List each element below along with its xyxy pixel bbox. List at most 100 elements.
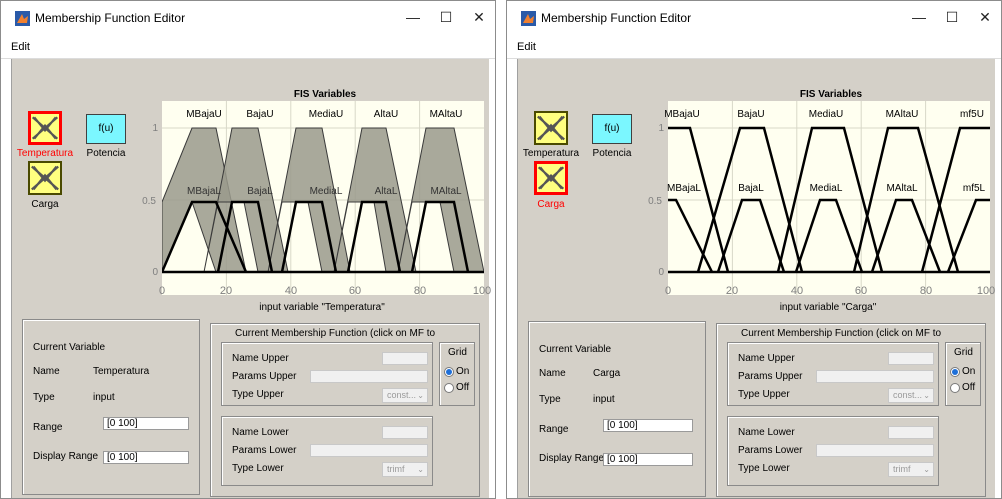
current-mf-panel: Current Membership Function (click on MF… — [210, 323, 480, 497]
name-upper-label: Name Upper — [232, 353, 289, 364]
grid-on-label: On — [962, 366, 976, 377]
params-upper-field[interactable] — [816, 370, 934, 383]
type-upper-label: Type Upper — [232, 389, 284, 400]
current-mf-heading: Current Membership Function (click on MF… — [235, 328, 436, 339]
name-upper-field[interactable] — [888, 352, 934, 365]
mf-label-lower[interactable]: mf5L — [963, 183, 985, 194]
name-upper-field[interactable] — [382, 352, 428, 365]
minimize-icon[interactable]: — — [401, 7, 425, 27]
name-lower-label: Name Lower — [232, 427, 289, 438]
x-tick: 20 — [725, 285, 739, 297]
params-lower-field[interactable] — [816, 444, 934, 457]
menu-bar: Edit — [1, 33, 495, 59]
grid-off-label: Off — [456, 382, 470, 393]
grid-off-radio[interactable] — [950, 383, 960, 393]
mf-label-lower[interactable]: BajaL — [738, 183, 764, 194]
y-tick: 0 — [658, 267, 664, 278]
display-range-field[interactable]: [0 100] — [603, 453, 693, 466]
mf-label-lower[interactable]: MediaL — [810, 183, 843, 194]
mf-label-upper[interactable]: BajaU — [737, 109, 764, 120]
x-axis-label: input variable "Temperatura" — [259, 302, 385, 313]
mf-label-lower[interactable]: BajaL — [247, 186, 273, 197]
type-label: Type — [539, 394, 561, 405]
menu-edit[interactable]: Edit — [11, 41, 30, 53]
variable-type-value: input — [593, 394, 615, 405]
mf-label-upper[interactable]: MBajaU — [664, 109, 700, 120]
params-lower-field[interactable] — [310, 444, 428, 457]
y-tick: 0.5 — [142, 196, 156, 207]
params-lower-label: Params Lower — [232, 445, 297, 456]
range-field[interactable]: [0 100] — [103, 417, 189, 430]
mf-label-upper[interactable]: MediaU — [809, 109, 843, 120]
minimize-icon[interactable]: — — [907, 7, 931, 27]
mf-label-upper[interactable]: BajaU — [246, 109, 273, 120]
type-upper-select[interactable]: const... ⌄ — [888, 388, 934, 403]
mf-label-lower[interactable]: AltaL — [375, 186, 398, 197]
menu-bar: Edit — [507, 33, 1001, 59]
mf-label-upper[interactable]: AltaU — [374, 109, 398, 120]
mf-label-lower[interactable]: MAltaL — [430, 186, 461, 197]
close-icon[interactable]: ✕ — [973, 7, 997, 27]
mf-label-lower[interactable]: MBajaL — [187, 186, 221, 197]
lower-mf-group: Name Lower Params Lower Type Lower trimf… — [221, 416, 433, 486]
mf-plot[interactable] — [668, 101, 990, 295]
variable-name-value: Temperatura — [93, 366, 150, 377]
x-tick: 80 — [413, 285, 427, 297]
chevron-down-icon: ⌄ — [923, 391, 930, 400]
mf-line-mbajal — [668, 198, 714, 273]
x-tick: 100 — [472, 285, 492, 297]
grid-on-radio[interactable] — [444, 367, 454, 377]
mf-label-upper[interactable]: MAltaU — [886, 109, 919, 120]
mf-plot[interactable] — [162, 101, 484, 295]
grid-on-radio[interactable] — [950, 367, 960, 377]
figure-area: Temperatura f(u) Potencia Carga FIS Vari… — [11, 59, 492, 498]
mf-triangles-icon — [537, 166, 565, 190]
grid-off-radio[interactable] — [444, 383, 454, 393]
current-variable-heading: Current Variable — [33, 342, 106, 353]
potencia-fu-box[interactable]: f(u) — [86, 114, 126, 144]
lower-mf-group: Name Lower Params Lower Type Lower trimf… — [727, 416, 939, 486]
maximize-icon[interactable]: ☐ — [940, 7, 964, 27]
range-label: Range — [539, 424, 569, 435]
mf-triangles-icon — [537, 115, 565, 141]
mf-label-lower[interactable]: MBajaL — [667, 183, 701, 194]
type-lower-select[interactable]: trimf ⌄ — [382, 462, 428, 477]
carga-variable-box[interactable] — [534, 161, 568, 195]
temperatura-variable-box[interactable] — [534, 111, 568, 145]
params-upper-field[interactable] — [310, 370, 428, 383]
matlab-icon — [521, 11, 536, 26]
current-mf-heading: Current Membership Function (click on MF… — [741, 328, 942, 339]
mf-label-lower[interactable]: MediaL — [310, 186, 343, 197]
display-range-label: Display Range — [33, 451, 99, 462]
mf-label-upper[interactable]: MBajaU — [186, 109, 222, 120]
y-tick: 1 — [658, 123, 664, 134]
y-tick: 0.5 — [648, 196, 662, 207]
mf-label-lower[interactable]: MAltaL — [886, 183, 917, 194]
type-lower-select[interactable]: trimf ⌄ — [888, 462, 934, 477]
mf-plot-svg[interactable] — [162, 101, 484, 295]
name-lower-label: Name Lower — [738, 427, 795, 438]
display-range-field[interactable]: [0 100] — [103, 451, 189, 464]
mf-plot-svg[interactable] — [668, 101, 990, 295]
menu-edit[interactable]: Edit — [517, 41, 536, 53]
potencia-fu-box[interactable]: f(u) — [592, 114, 632, 144]
type-upper-select[interactable]: const... ⌄ — [382, 388, 428, 403]
fu-icon: f(u) — [98, 123, 114, 134]
temperatura-label: Temperatura — [522, 148, 580, 159]
title-bar: Membership Function Editor — ☐ ✕ — [1, 1, 495, 33]
mf-label-upper[interactable]: MediaU — [309, 109, 343, 120]
name-lower-field[interactable] — [888, 426, 934, 439]
mf-label-upper[interactable]: MAltaU — [430, 109, 463, 120]
range-field[interactable]: [0 100] — [603, 419, 693, 432]
name-label: Name — [539, 368, 566, 379]
carga-label: Carga — [537, 199, 565, 210]
params-upper-label: Params Upper — [738, 371, 803, 382]
x-tick: 40 — [284, 285, 298, 297]
temperatura-variable-box[interactable] — [28, 111, 62, 145]
mf-label-upper[interactable]: mf5U — [960, 109, 984, 120]
name-lower-field[interactable] — [382, 426, 428, 439]
maximize-icon[interactable]: ☐ — [434, 7, 458, 27]
close-icon[interactable]: ✕ — [467, 7, 491, 27]
carga-variable-box[interactable] — [28, 161, 62, 195]
y-tick: 0 — [152, 267, 158, 278]
